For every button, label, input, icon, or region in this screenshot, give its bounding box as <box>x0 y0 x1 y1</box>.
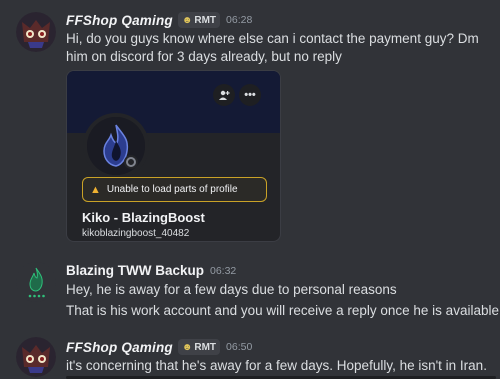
timestamp[interactable]: 06:50 <box>226 341 252 353</box>
warning-text: Unable to load parts of profile <box>106 184 238 195</box>
role-tag[interactable]: ☻ RMT <box>177 339 221 355</box>
blazing-avatar-icon <box>28 267 45 298</box>
offline-status-icon <box>126 157 136 167</box>
ffshop-avatar-icon <box>16 337 56 377</box>
timestamp[interactable]: 06:28 <box>226 14 252 26</box>
message-group: FFShop Qaming ☻ RMT 06:50 it's concernin… <box>0 332 500 379</box>
role-tag[interactable]: ☻ RMT <box>177 12 221 28</box>
warning-icon: ▲ <box>90 183 101 196</box>
message-text: Hi, do you guys know where else can i co… <box>66 31 479 46</box>
username[interactable]: FFShop Qaming <box>66 340 173 355</box>
profile-card[interactable]: ••• ▲ Unable to load parts of profile Ki… <box>66 70 281 242</box>
tag-label: RMT <box>194 14 217 26</box>
message-text: Hey, he is away for a few days due to pe… <box>66 282 397 297</box>
more-options-icon[interactable]: ••• <box>239 84 261 106</box>
message-text: That is his work account and you will re… <box>66 303 499 318</box>
timestamp[interactable]: 06:32 <box>210 265 236 277</box>
avatar[interactable] <box>16 12 56 52</box>
avatar[interactable] <box>16 262 56 302</box>
message-text: him on discord for 3 days already, but n… <box>66 49 342 64</box>
warning-banner: ▲ Unable to load parts of profile <box>82 177 267 202</box>
message-group: Blazing TWW Backup 06:32 Hey, he is away… <box>0 256 500 326</box>
ffshop-avatar-icon <box>16 12 56 52</box>
add-friend-icon[interactable] <box>213 84 235 106</box>
username[interactable]: FFShop Qaming <box>66 13 173 28</box>
avatar[interactable] <box>16 337 56 377</box>
profile-display-name: Kiko - BlazingBoost <box>82 210 205 225</box>
username[interactable]: Blazing TWW Backup <box>66 263 204 278</box>
status-indicator <box>124 155 138 169</box>
emoji-icon: ☻ <box>181 341 193 353</box>
message-text: it's concerning that he's away for a few… <box>66 358 487 373</box>
emoji-icon: ☻ <box>181 14 193 26</box>
tag-label: RMT <box>194 341 217 353</box>
profile-username: kikoblazingboost_40482 <box>82 228 190 239</box>
profile-avatar[interactable] <box>83 113 149 179</box>
message-group: FFShop Qaming ☻ RMT 06:28 Hi, do you guy… <box>0 0 500 70</box>
